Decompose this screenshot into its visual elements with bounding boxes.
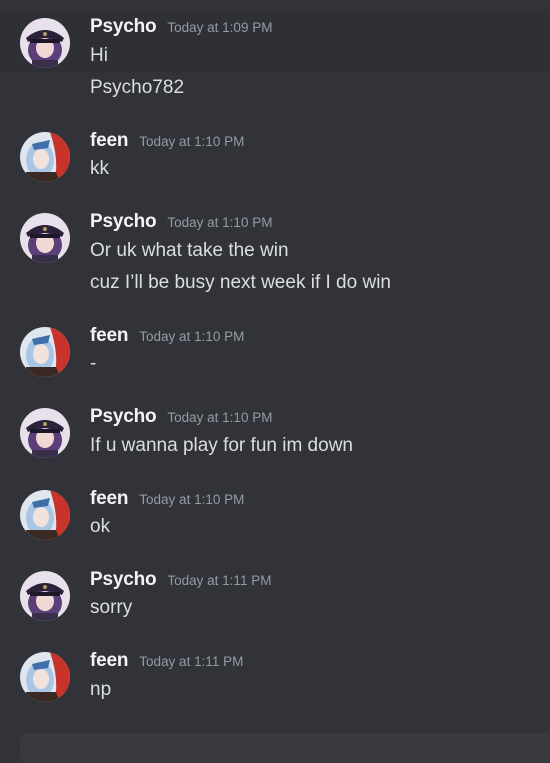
message-composer[interactable]	[20, 733, 550, 763]
message-timestamp[interactable]: Today at 1:11 PM	[139, 654, 243, 669]
chat-message-list: Psycho Today at 1:09 PM Hi Psycho782 fee…	[0, 0, 550, 763]
message-text: Hi	[90, 45, 108, 66]
feen-avatar[interactable]	[20, 327, 70, 377]
psycho-avatar[interactable]	[20, 408, 70, 458]
message-author[interactable]: Psycho	[90, 211, 157, 233]
message-group[interactable]: Psycho Today at 1:10 PM If u wanna play …	[0, 404, 550, 462]
message-timestamp[interactable]: Today at 1:10 PM	[167, 215, 272, 230]
message-text: ok	[90, 516, 111, 537]
message-author[interactable]: Psycho	[90, 406, 157, 428]
message-author[interactable]: feen	[90, 325, 128, 347]
message-group[interactable]: Psycho Today at 1:10 PM Or uk what take …	[0, 209, 550, 299]
feen-avatar[interactable]	[20, 652, 70, 702]
message-text: np	[90, 679, 112, 700]
feen-avatar[interactable]	[20, 490, 70, 540]
message-text: kk	[90, 158, 109, 179]
message-group[interactable]: feen Today at 1:10 PM -	[0, 323, 550, 379]
feen-avatar[interactable]	[20, 132, 70, 182]
message-timestamp[interactable]: Today at 1:10 PM	[139, 329, 244, 344]
message-group[interactable]: Psycho Today at 1:11 PM sorry	[0, 567, 550, 625]
message-text: Psycho782	[90, 77, 185, 98]
message-author[interactable]: feen	[90, 650, 128, 672]
message-author[interactable]: Psycho	[90, 569, 157, 591]
message-group[interactable]: feen Today at 1:10 PM kk	[0, 128, 550, 184]
message-timestamp[interactable]: Today at 1:11 PM	[167, 573, 271, 588]
message-text: Or uk what take the win	[90, 240, 289, 261]
message-text: If u wanna play for fun im down	[90, 435, 353, 456]
message-author[interactable]: feen	[90, 130, 128, 152]
psycho-avatar[interactable]	[20, 571, 70, 621]
message-text: -	[90, 353, 97, 374]
message-timestamp[interactable]: Today at 1:09 PM	[167, 20, 272, 35]
message-group[interactable]: Psycho Today at 1:09 PM Hi	[0, 14, 550, 72]
message-text: sorry	[90, 597, 133, 618]
message-author[interactable]: Psycho	[90, 16, 157, 38]
message-timestamp[interactable]: Today at 1:10 PM	[139, 492, 244, 507]
message-timestamp[interactable]: Today at 1:10 PM	[139, 134, 244, 149]
psycho-avatar[interactable]	[20, 18, 70, 68]
message-group[interactable]: feen Today at 1:11 PM np	[0, 648, 550, 706]
message-author[interactable]: feen	[90, 488, 128, 510]
message-timestamp[interactable]: Today at 1:10 PM	[167, 410, 272, 425]
message-text: cuz I’ll be busy next week if I do win	[90, 272, 391, 293]
message-group[interactable]: feen Today at 1:10 PM ok	[0, 486, 550, 542]
psycho-avatar[interactable]	[20, 213, 70, 263]
